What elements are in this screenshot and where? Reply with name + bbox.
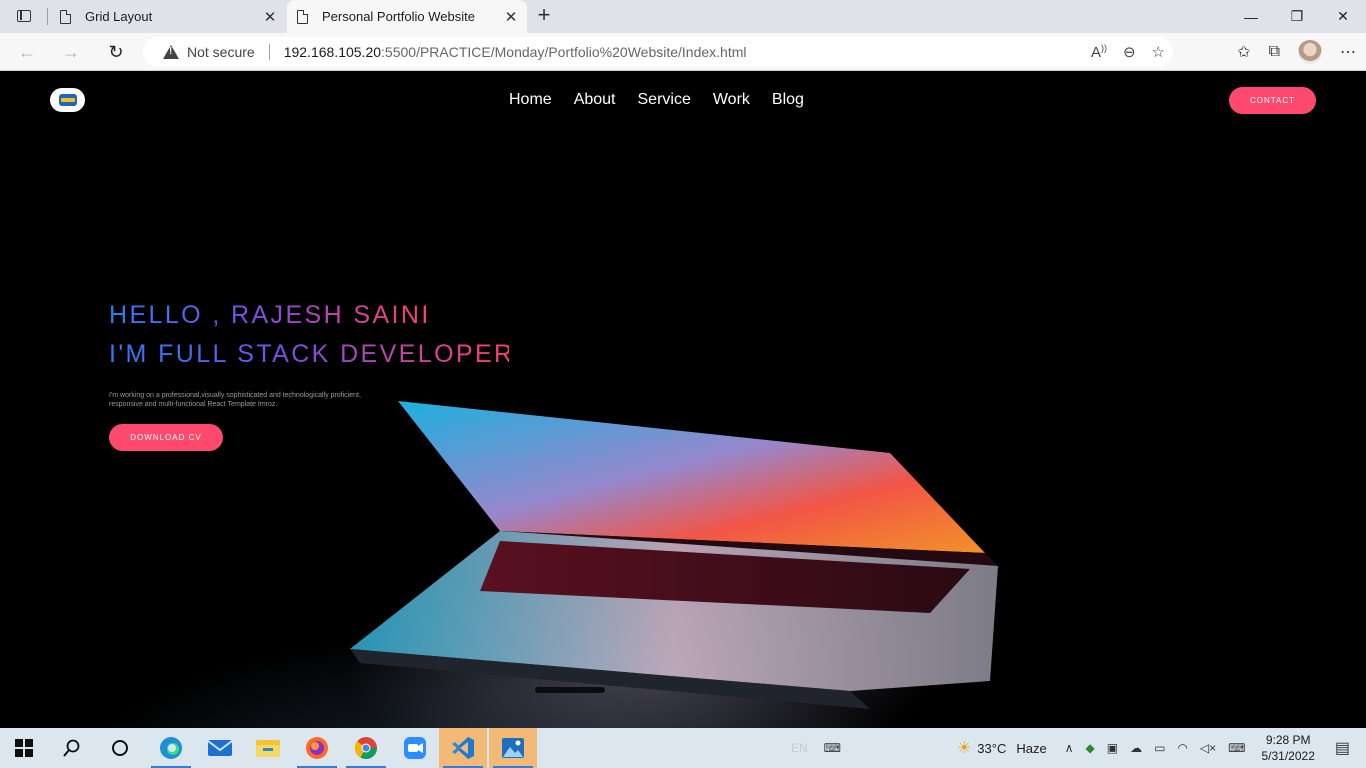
forward-button[interactable]: → — [56, 38, 86, 66]
touch-keyboard-icon[interactable]: ⌨ — [1228, 741, 1245, 755]
chrome-icon — [355, 737, 377, 759]
tab-grid-layout[interactable]: Grid Layout ✕ — [50, 0, 286, 33]
tab-title: Grid Layout — [85, 9, 153, 24]
vscode-icon — [452, 737, 474, 759]
toolbar-actions: ✩ ⧉ ⋯ — [1237, 38, 1356, 66]
zoom-icon — [404, 737, 426, 759]
meet-now-icon[interactable]: ▣ — [1107, 741, 1118, 755]
read-aloud-icon[interactable]: A)) — [1091, 43, 1107, 61]
clock-date: 5/31/2022 — [1261, 749, 1315, 763]
zoom-out-icon[interactable]: ⊖ — [1123, 43, 1136, 61]
wifi-icon[interactable]: ◠ — [1177, 741, 1187, 755]
tab-actions-icon — [17, 10, 31, 22]
mail-icon — [207, 740, 233, 756]
volume-icon[interactable]: ◁× — [1200, 741, 1216, 755]
weather-temp[interactable]: 33°C — [977, 741, 1006, 756]
favorites-icon[interactable]: ✩ — [1237, 42, 1250, 62]
close-window-button[interactable]: ✕ — [1320, 0, 1366, 33]
start-button[interactable] — [0, 728, 48, 768]
nav-work[interactable]: Work — [713, 91, 750, 109]
warning-icon — [163, 45, 179, 59]
search-icon — [63, 739, 80, 757]
taskbar-vscode[interactable] — [439, 728, 487, 768]
onedrive-icon[interactable]: ☁ — [1130, 741, 1142, 755]
address-separator — [268, 44, 270, 60]
portfolio-page: Home About Service Work Blog CONTACT HEL… — [0, 71, 1366, 728]
hero-role: I'M FULL STACK DEVELOPER — [109, 340, 515, 368]
url-host: 192.168.105.20 — [283, 44, 382, 60]
download-cv-button[interactable]: DOWNLOAD CV — [109, 424, 223, 451]
url-path: :5500/PRACTICE/Monday/Portfolio%20Websit… — [381, 44, 747, 60]
tab-title: Personal Portfolio Website — [322, 9, 475, 24]
page-icon — [60, 9, 71, 24]
minimize-button[interactable]: — — [1228, 0, 1274, 33]
weather-icon[interactable]: ☀ — [957, 738, 971, 758]
security-label[interactable]: Not secure — [187, 44, 255, 60]
task-view-icon — [112, 740, 128, 756]
keyboard-icon[interactable]: ⌨ — [824, 741, 841, 755]
close-icon[interactable]: ✕ — [258, 8, 282, 26]
taskbar-firefox[interactable] — [293, 728, 341, 768]
task-view-button[interactable] — [96, 728, 144, 768]
page-icon — [297, 9, 308, 24]
nav-home[interactable]: Home — [509, 91, 552, 109]
laptop-image — [350, 401, 998, 709]
address-bar-actions: A)) ⊖ ☆ — [1091, 37, 1165, 67]
back-button[interactable]: ← — [12, 38, 42, 66]
windows-icon — [15, 739, 33, 757]
address-bar[interactable]: Not secure 192.168.105.20:5500/PRACTICE/… — [143, 37, 1173, 67]
taskbar-photos[interactable] — [489, 728, 537, 768]
restore-button[interactable]: ❐ — [1274, 0, 1320, 33]
app-tray-icon[interactable]: ◆ — [1086, 741, 1095, 755]
site-logo[interactable] — [50, 88, 85, 112]
taskbar-zoom[interactable] — [391, 728, 439, 768]
window-controls: — ❐ ✕ — [1228, 0, 1366, 33]
new-tab-button[interactable]: + — [532, 4, 556, 28]
search-button[interactable] — [48, 728, 96, 768]
language-indicator[interactable]: EN — [791, 741, 808, 755]
nav-about[interactable]: About — [574, 91, 616, 109]
tab-actions-button[interactable] — [8, 5, 40, 27]
refresh-button[interactable]: ↻ — [101, 38, 131, 66]
hero-intro: I'm working on a professional,visually s… — [109, 392, 361, 408]
taskbar-chrome[interactable] — [342, 728, 390, 768]
clock[interactable]: 9:28 PM 5/31/2022 — [1261, 732, 1314, 764]
add-favorite-icon[interactable]: ☆ — [1152, 43, 1165, 61]
clock-time: 9:28 PM — [1265, 733, 1311, 747]
tab-separator — [47, 8, 48, 25]
file-explorer-icon — [256, 740, 280, 757]
site-nav: Home About Service Work Blog — [509, 91, 804, 109]
system-tray: EN ⌨ ☀ 33°C Haze ∧ ◆ ▣ ☁ ▭ ◠ ◁× ⌨ 9:28 P… — [785, 728, 1366, 768]
logo-icon — [58, 94, 77, 106]
taskbar-edge[interactable] — [147, 728, 195, 768]
firefox-icon — [306, 737, 328, 759]
hero-greeting: HELLO , RAJESH SAINI — [109, 301, 431, 329]
profile-avatar[interactable] — [1298, 40, 1322, 64]
close-icon[interactable]: ✕ — [499, 8, 523, 26]
edge-icon — [160, 737, 182, 759]
notifications-icon[interactable]: ▤ — [1335, 738, 1350, 758]
weather-condition[interactable]: Haze — [1016, 741, 1046, 756]
tab-personal-portfolio[interactable]: Personal Portfolio Website ✕ — [287, 0, 527, 33]
nav-blog[interactable]: Blog — [772, 91, 804, 109]
chevron-up-icon[interactable]: ∧ — [1065, 741, 1074, 755]
more-menu-icon[interactable]: ⋯ — [1340, 42, 1356, 62]
contact-button[interactable]: CONTACT — [1229, 87, 1316, 114]
taskbar-file-explorer[interactable] — [244, 728, 292, 768]
nav-service[interactable]: Service — [638, 91, 691, 109]
browser-toolbar: ← → ↻ Not secure 192.168.105.20:5500/PRA… — [0, 33, 1366, 71]
battery-icon[interactable]: ▭ — [1154, 741, 1165, 755]
taskbar-mail[interactable] — [196, 728, 244, 768]
tab-strip: Grid Layout ✕ Personal Portfolio Website… — [0, 0, 1366, 33]
photos-icon — [502, 738, 524, 758]
collections-icon[interactable]: ⧉ — [1269, 43, 1280, 61]
taskbar: EN ⌨ ☀ 33°C Haze ∧ ◆ ▣ ☁ ▭ ◠ ◁× ⌨ 9:28 P… — [0, 728, 1366, 768]
